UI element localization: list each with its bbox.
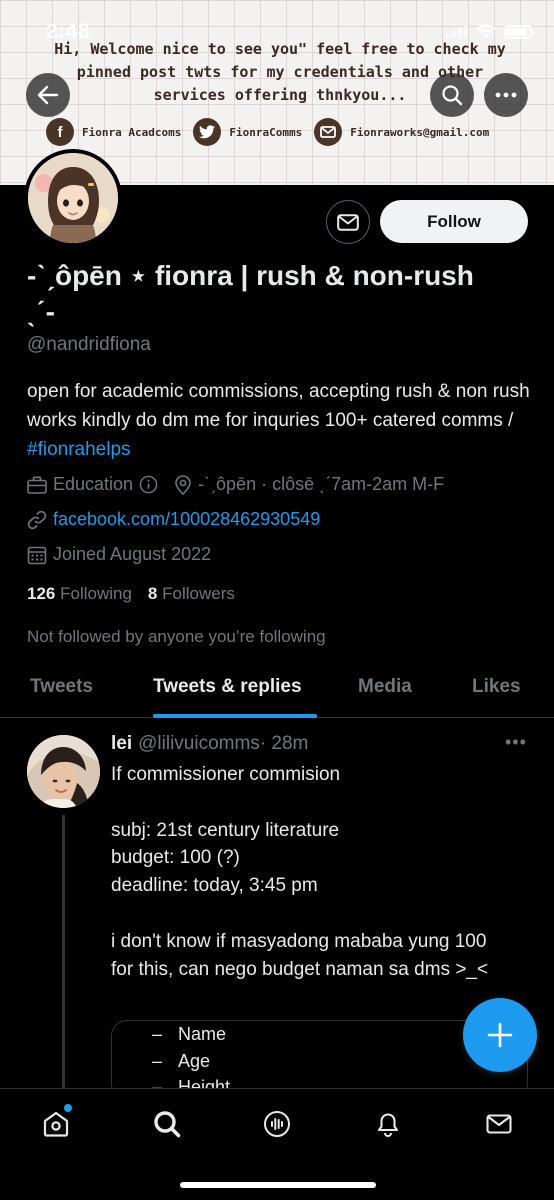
search-icon — [442, 85, 463, 106]
bio-text: open for academic commissions, accepting… — [27, 381, 530, 431]
tweet-timestamp[interactable]: · 28m — [260, 733, 309, 755]
profile-bio: open for academic commissions, accepting… — [27, 377, 532, 464]
nav-home[interactable] — [39, 1104, 73, 1141]
profile-website-link[interactable]: facebook.com/100028462930549 — [53, 509, 320, 530]
followers-label: Followers — [162, 584, 235, 603]
tab-tweets-and-replies[interactable]: Tweets & replies — [153, 676, 302, 698]
thread-connector-line — [62, 815, 65, 1090]
profile-tabs: Tweets Tweets & replies Media Likes — [0, 660, 554, 718]
compose-tweet-button[interactable] — [463, 998, 537, 1072]
more-options-button[interactable] — [484, 73, 528, 117]
nav-notifications[interactable] — [371, 1107, 405, 1141]
banner-contact-twitter: FionraComms — [193, 118, 302, 146]
twitter-icon — [193, 118, 222, 146]
tweet-avatar-photo — [27, 735, 100, 808]
plus-icon — [487, 1022, 513, 1048]
nav-messages[interactable] — [482, 1107, 516, 1141]
facebook-icon: f — [46, 118, 74, 146]
back-button[interactable] — [26, 73, 70, 117]
calendar-icon — [27, 546, 47, 564]
battery-icon — [504, 24, 535, 39]
list-item: Name — [152, 1021, 230, 1048]
status-time: 2:48 — [46, 20, 91, 43]
tweet-author-handle[interactable]: @lilivuicomms — [138, 733, 260, 755]
search-icon — [154, 1111, 181, 1138]
avatar-illustration — [28, 153, 118, 243]
banner-contact-label: Fionraworks@gmail.com — [350, 125, 490, 139]
followers-count-link[interactable]: 8 Followers — [148, 584, 235, 604]
banner-contacts: f Fionra Acadcoms FionraComms Fionrawork… — [46, 118, 489, 146]
profile-counts: 126 Following 8 Followers — [27, 584, 235, 604]
home-icon — [43, 1111, 69, 1137]
wifi-icon — [476, 24, 496, 39]
following-count: 126 — [27, 584, 56, 603]
envelope-icon — [337, 213, 359, 231]
cellular-signal-icon — [446, 25, 468, 38]
nav-search[interactable] — [150, 1107, 184, 1141]
banner-contact-label: Fionra Acadcoms — [82, 125, 182, 139]
tweet-more-icon[interactable]: ••• — [505, 732, 527, 753]
bell-icon — [377, 1113, 399, 1137]
list-item: Age — [152, 1048, 230, 1075]
tab-media[interactable]: Media — [358, 676, 412, 698]
tab-likes[interactable]: Likes — [472, 676, 521, 698]
status-bar: 2:48 — [0, 0, 554, 44]
home-indicator[interactable] — [180, 1182, 376, 1188]
bio-hashtag-link[interactable]: #fionrahelps — [27, 439, 131, 460]
banner-contact-facebook: f Fionra Acadcoms — [46, 118, 181, 146]
profile-location: -ˋˏôpēn · clôsē ˎˊ7am-2am M-F — [198, 474, 445, 494]
tweet-author-name[interactable]: lei — [111, 733, 132, 755]
more-horizontal-icon — [495, 92, 517, 98]
location-pin-icon — [175, 474, 191, 495]
back-arrow-icon — [37, 85, 59, 105]
info-icon[interactable] — [139, 475, 158, 494]
tab-tweets[interactable]: Tweets — [30, 676, 93, 698]
briefcase-icon — [27, 476, 47, 494]
home-notification-dot — [64, 1104, 72, 1112]
banner-contact-label: FionraComms — [229, 125, 303, 139]
search-button[interactable] — [430, 73, 474, 117]
envelope-icon — [486, 1114, 512, 1134]
profile-website-row: facebook.com/100028462930549 — [27, 509, 320, 530]
nav-spaces[interactable] — [260, 1107, 294, 1141]
profile-display-name: -ˋˏôpēn ⋆ fionra | rush & non-rush ˎˊ- — [27, 260, 474, 327]
profile-joined-row: Joined August 2022 — [27, 544, 211, 565]
profile-handle: @nandridfiona — [27, 334, 151, 355]
not-followed-notice: Not followed by anyone you’re following — [27, 627, 326, 646]
tweet-header: lei @lilivuicomms · 28m — [111, 733, 308, 755]
tweet-text: If commissioner commision subj: 21st cen… — [111, 764, 489, 980]
follow-button[interactable]: Follow — [380, 200, 528, 243]
following-label: Following — [60, 584, 132, 603]
profile-avatar[interactable] — [24, 149, 122, 247]
active-tab-indicator — [153, 714, 317, 718]
spaces-microphone-icon — [264, 1111, 290, 1137]
profile-category: Education — [53, 474, 134, 494]
following-count-link[interactable]: 126 Following — [27, 584, 132, 604]
status-icons — [446, 24, 535, 39]
profile-joined-date: Joined August 2022 — [53, 544, 212, 564]
banner-contact-email: Fionraworks@gmail.com — [314, 118, 489, 146]
mail-icon — [314, 118, 343, 146]
message-button[interactable] — [326, 200, 370, 244]
followers-count: 8 — [147, 584, 158, 603]
tweet-author-avatar[interactable] — [27, 735, 100, 808]
link-icon — [27, 510, 47, 529]
profile-meta-row: Education -ˋˏôpēn · clôsē ˎˊ7am-2am M-F — [27, 474, 444, 495]
